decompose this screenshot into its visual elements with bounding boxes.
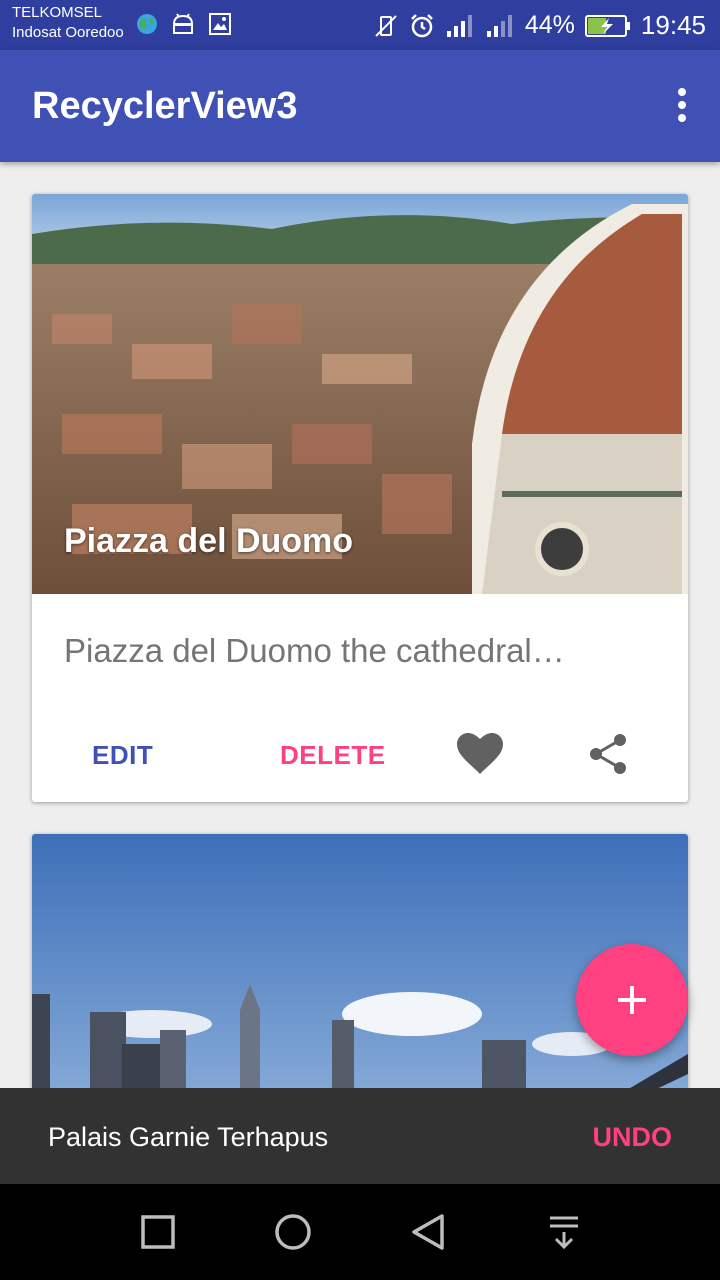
- app-title: RecyclerView3: [32, 85, 298, 127]
- back-icon[interactable]: [408, 1212, 448, 1252]
- add-fab-button[interactable]: [576, 944, 688, 1056]
- image-icon: [209, 13, 231, 35]
- android-debug-icon: [172, 13, 194, 34]
- card-title: Piazza del Duomo: [64, 522, 354, 560]
- snackbar-message: Palais Garnie Terhapus: [48, 1122, 329, 1152]
- globe-icon: [137, 14, 157, 34]
- share-icon[interactable]: [586, 732, 630, 776]
- signal-icon: [446, 14, 472, 37]
- snackbar: Palais Garnie Terhapus UNDO: [0, 1088, 720, 1184]
- notification-pull-icon[interactable]: [544, 1212, 584, 1252]
- plus-icon: [618, 986, 646, 1014]
- app-bar: RecyclerView3: [0, 50, 720, 162]
- undo-button[interactable]: UNDO: [593, 1122, 673, 1153]
- vibrate-off-icon: [375, 14, 397, 37]
- battery-percent: 44%: [524, 11, 575, 39]
- recents-icon[interactable]: [138, 1212, 178, 1252]
- heart-icon[interactable]: [456, 732, 504, 776]
- navigation-bar: [0, 1184, 720, 1280]
- signal-icon-2: [486, 14, 512, 37]
- overflow-menu-icon[interactable]: [672, 88, 692, 124]
- card-piazza-del-duomo[interactable]: Piazza del Duomo Piazza del Duomo the ca…: [32, 194, 688, 802]
- delete-button[interactable]: DELETE: [280, 740, 386, 771]
- battery-charging-icon: [584, 14, 630, 37]
- carrier-primary: TELKOMSEL: [12, 4, 103, 21]
- status-bar: TELKOMSEL Indosat Ooredoo 44% 19:45: [0, 0, 720, 50]
- carrier-secondary: Indosat Ooredoo: [12, 24, 124, 41]
- card-description: Piazza del Duomo the cathedral…: [64, 632, 565, 669]
- edit-button[interactable]: EDIT: [92, 740, 153, 771]
- home-icon[interactable]: [273, 1212, 313, 1252]
- clock: 19:45: [640, 10, 706, 40]
- alarm-icon: [410, 13, 433, 37]
